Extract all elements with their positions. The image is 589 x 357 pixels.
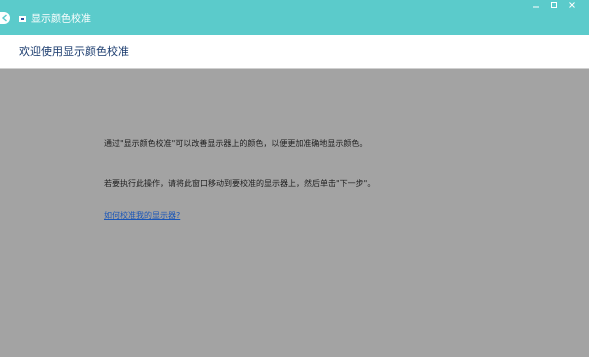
back-arrow-icon[interactable] (0, 12, 10, 24)
content-area: 通过"显示颜色校准"可以改善显示器上的颜色，以便更加准确地显示颜色。 若要执行此… (0, 69, 589, 357)
page-header: 欢迎使用显示颜色校准 (0, 35, 589, 69)
window-controls (527, 0, 581, 10)
close-icon[interactable] (563, 0, 581, 10)
minimize-icon[interactable] (527, 0, 545, 10)
intro-text: 通过"显示颜色校准"可以改善显示器上的颜色，以便更加准确地显示颜色。 (104, 139, 368, 148)
title-bar: 显示颜色校准 (0, 0, 589, 35)
maximize-icon[interactable] (545, 0, 563, 10)
instruction-text: 若要执行此操作，请将此窗口移动到要校准的显示器上，然后单击"下一步"。 (104, 179, 376, 188)
page-title: 欢迎使用显示颜色校准 (19, 45, 129, 58)
window-title: 显示颜色校准 (31, 14, 91, 25)
display-color-calibration-icon (19, 16, 26, 22)
help-link[interactable]: 如何校准我的显示器? (104, 211, 180, 221)
